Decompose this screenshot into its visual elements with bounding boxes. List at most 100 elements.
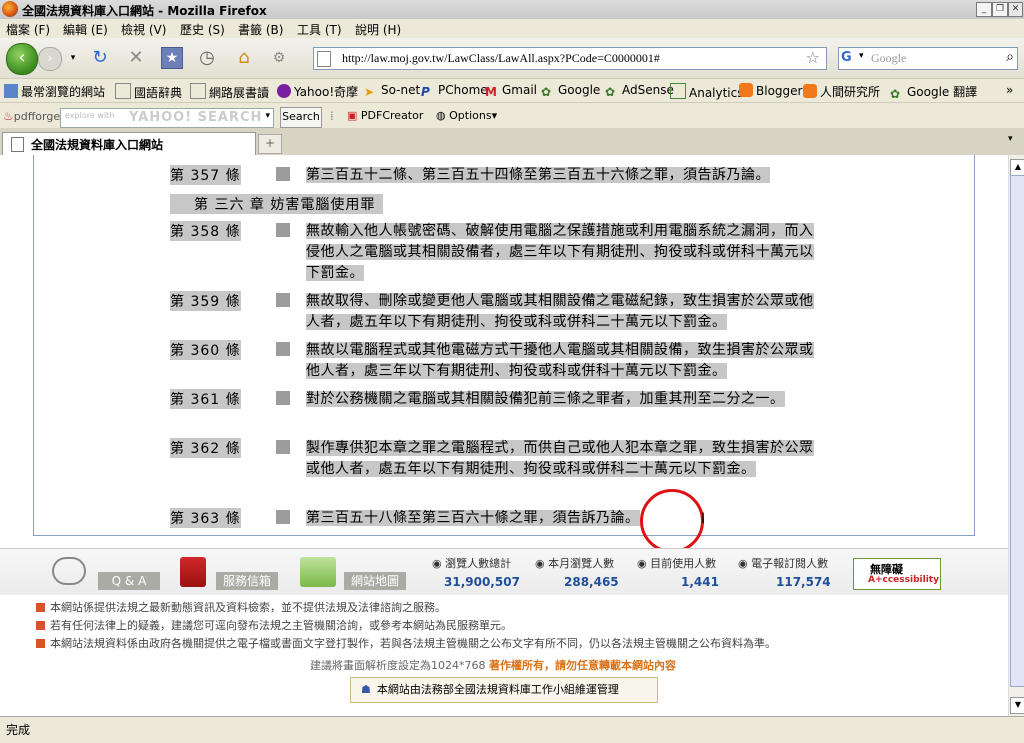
scroll-down-button[interactable]: ▼ <box>1010 697 1024 714</box>
star-icon[interactable]: ☆ <box>806 48 820 67</box>
chevron-down-icon[interactable]: ▾ <box>265 111 270 121</box>
google-bookmark-icon: ✿ <box>890 87 901 101</box>
bookmark-sonet[interactable]: ➤ So-net <box>364 83 420 99</box>
bookmarks-toolbar: 最常瀏覽的網站 國語辭典 網路展書讀 Yahoo!奇摩 ➤ So-net P PCh… <box>0 78 1024 103</box>
article-text: 製作專供犯本章之罪之電腦程式，而供自己或他人犯本章之罪，致生損害於公眾或他人者，… <box>306 440 814 477</box>
law-row: 第 360 條 無故以電腦程式或其他電磁方式干擾他人電腦或其相關設備，致生損害於… <box>170 340 828 384</box>
reload-icon[interactable]: ↻ <box>89 47 111 69</box>
magnifier-icon[interactable]: ⌕ <box>1006 49 1014 65</box>
google-bookmark-icon: ✿ <box>541 85 552 99</box>
article-number[interactable]: 第 363 條 <box>170 508 241 528</box>
law-row: 第 361 條 對於公務機關之電腦或其相關設備犯前三條之罪者，加重其刑至二分之一… <box>170 389 828 433</box>
history-dropdown-icon[interactable]: ▾ <box>62 47 84 69</box>
more-bookmarks-icon[interactable]: » <box>1006 83 1013 97</box>
yahoo-search-button[interactable]: Search <box>280 107 322 128</box>
pdfforge-logo[interactable]: ♨pdfforge <box>3 109 60 123</box>
vertical-scrollbar[interactable]: ▲ ▼ <box>1008 155 1024 716</box>
stat-label: ◉ 電子報訂閱人數 <box>738 557 829 570</box>
bookmark-research[interactable]: 人間研究所 <box>803 83 880 100</box>
scroll-up-button[interactable]: ▲ <box>1010 159 1024 176</box>
gmail-icon: M <box>485 85 497 99</box>
home-icon[interactable]: ⌂ <box>233 47 255 69</box>
page-icon <box>317 51 331 67</box>
stat-label: ◉ 目前使用人數 <box>637 557 717 570</box>
chart-icon <box>670 83 686 99</box>
back-button[interactable]: ‹ <box>6 43 38 75</box>
footer-note: 本網站係提供法規之最新動態資訊及資料檢索，並不提供法規及法律諮詢之服務。 <box>36 599 446 615</box>
resolution-note: 建議將畫面解析度設定為1024*768 著作權所有，請勿任意轉載本網站內容 <box>310 659 676 672</box>
stop-icon[interactable]: ✕ <box>125 47 147 69</box>
bookmark-adsense[interactable]: ✿ AdSense <box>605 83 674 99</box>
menu-edit[interactable]: 編輯 (E) <box>63 21 108 38</box>
firefox-icon <box>2 1 18 17</box>
page-icon <box>190 83 206 99</box>
yahoo-icon <box>277 84 291 98</box>
page-content: 第 357 條 第三百五十二條、第三百五十四條至第三百五十六條之罪，須告訴乃論。… <box>0 155 1008 716</box>
menu-file[interactable]: 檔案 (F) <box>6 21 50 38</box>
bookmark-gmail[interactable]: M Gmail <box>485 83 537 99</box>
pchome-icon: P <box>421 85 430 99</box>
mail-button[interactable]: 服務信箱 <box>216 572 278 590</box>
menu-help[interactable]: 說明 (H) <box>355 21 401 38</box>
selected-square-icon <box>276 167 290 181</box>
pdfcreator-button[interactable]: ▣ PDFCreator <box>347 109 423 122</box>
footer-toolbar: Q & A 服務信箱 網站地圖 ◉ 瀏覽人數總計 31,900,507 ◉ 本月… <box>0 548 1008 595</box>
yahoo-search-watermark: YAHOO! SEARCH <box>129 110 263 125</box>
bookmark-pchome[interactable]: P PChome <box>421 83 488 99</box>
article-number[interactable]: 第 359 條 <box>170 291 241 311</box>
folder-icon <box>4 84 18 98</box>
status-bar: 完成 <box>0 716 1024 743</box>
forward-button[interactable]: › <box>38 47 62 71</box>
bookmark-dictionary[interactable]: 國語辭典 <box>115 83 182 101</box>
bookmark-blogger[interactable]: Blogger <box>739 83 802 98</box>
sitemap-button[interactable]: 網站地圖 <box>344 572 406 590</box>
site-footer: Q & A 服務信箱 網站地圖 ◉ 瀏覽人數總計 31,900,507 ◉ 本月… <box>0 548 1008 716</box>
article-number[interactable]: 第 362 條 <box>170 438 241 458</box>
bookmark-shudu[interactable]: 網路展書讀 <box>190 83 269 101</box>
tab-active[interactable]: 全國法規資料庫入口網站 <box>2 132 256 155</box>
article-number[interactable]: 第 358 條 <box>170 221 241 241</box>
manager-banner: ☗ 本網站由法務部全國法規資料庫工作小組維運管理 <box>350 677 658 703</box>
menu-tools[interactable]: 工具 (T) <box>297 21 342 38</box>
menu-history[interactable]: 歷史 (S) <box>180 21 225 38</box>
selected-square-icon <box>276 342 290 356</box>
menu-view[interactable]: 檢視 (V) <box>121 21 166 38</box>
scroll-thumb[interactable] <box>1010 175 1024 687</box>
people-icon: ☗ <box>361 683 371 696</box>
yahoo-search-input[interactable]: explore with YAHOO! SEARCH ▾ <box>60 108 274 128</box>
selected-square-icon <box>276 440 290 454</box>
address-bar[interactable]: http://law.moj.gov.tw/LawClass/LawAll.as… <box>313 47 827 70</box>
selected-square-icon <box>276 510 290 524</box>
new-tab-button[interactable]: + <box>258 134 282 154</box>
stat-value: 31,900,507 <box>444 575 520 589</box>
restore-button[interactable]: ❐ <box>992 2 1008 17</box>
addon-icon[interactable]: ⚙ <box>268 47 290 69</box>
search-engine-dropdown-icon[interactable]: ▾ <box>859 51 864 61</box>
article-text: 無故以電腦程式或其他電磁方式干擾他人電腦或其相關設備，致生損害於公眾或他人者，處… <box>306 342 814 379</box>
bookmark-yahoo[interactable]: Yahoo!奇摩 <box>277 83 358 100</box>
bookmark-translate[interactable]: ✿ Google 翻譯 <box>890 83 977 101</box>
close-button[interactable]: ✕ <box>1008 2 1023 17</box>
clock-icon[interactable]: ◷ <box>196 47 218 69</box>
article-text: 無故取得、刪除或變更他人電腦或其相關設備之電磁紀錄，致生損害於公眾或他人者，處五… <box>306 293 814 330</box>
tab-list-icon[interactable]: ▾ <box>1008 134 1013 144</box>
search-box[interactable]: G ▾ Google ⌕ <box>838 47 1018 70</box>
bookmark-google[interactable]: ✿ Google <box>541 83 600 99</box>
map-icon <box>300 557 336 587</box>
bookmark-most-visited[interactable]: 最常瀏覽的網站 <box>4 83 105 100</box>
accessibility-badge[interactable]: 無障礙 A+ccessibility <box>853 558 941 590</box>
options-button[interactable]: ◍ Options▾ <box>436 109 497 122</box>
tab-title: 全國法規資料庫入口網站 <box>31 138 164 152</box>
article-number[interactable]: 第 357 條 <box>170 165 241 185</box>
bookmark-star-icon[interactable]: ★ <box>161 47 183 69</box>
bullet-icon <box>36 603 45 612</box>
article-number[interactable]: 第 360 條 <box>170 340 241 360</box>
status-text: 完成 <box>6 723 31 737</box>
article-number[interactable]: 第 361 條 <box>170 389 241 409</box>
red-circle-annotation <box>640 489 704 553</box>
bookmark-analytics[interactable]: Analytics <box>670 83 744 100</box>
divider-icon: ⁞ <box>330 109 334 123</box>
menu-bookmarks[interactable]: 書籤 (B) <box>238 21 283 38</box>
minimize-button[interactable]: _ <box>976 2 992 17</box>
qa-button[interactable]: Q & A <box>98 572 160 590</box>
